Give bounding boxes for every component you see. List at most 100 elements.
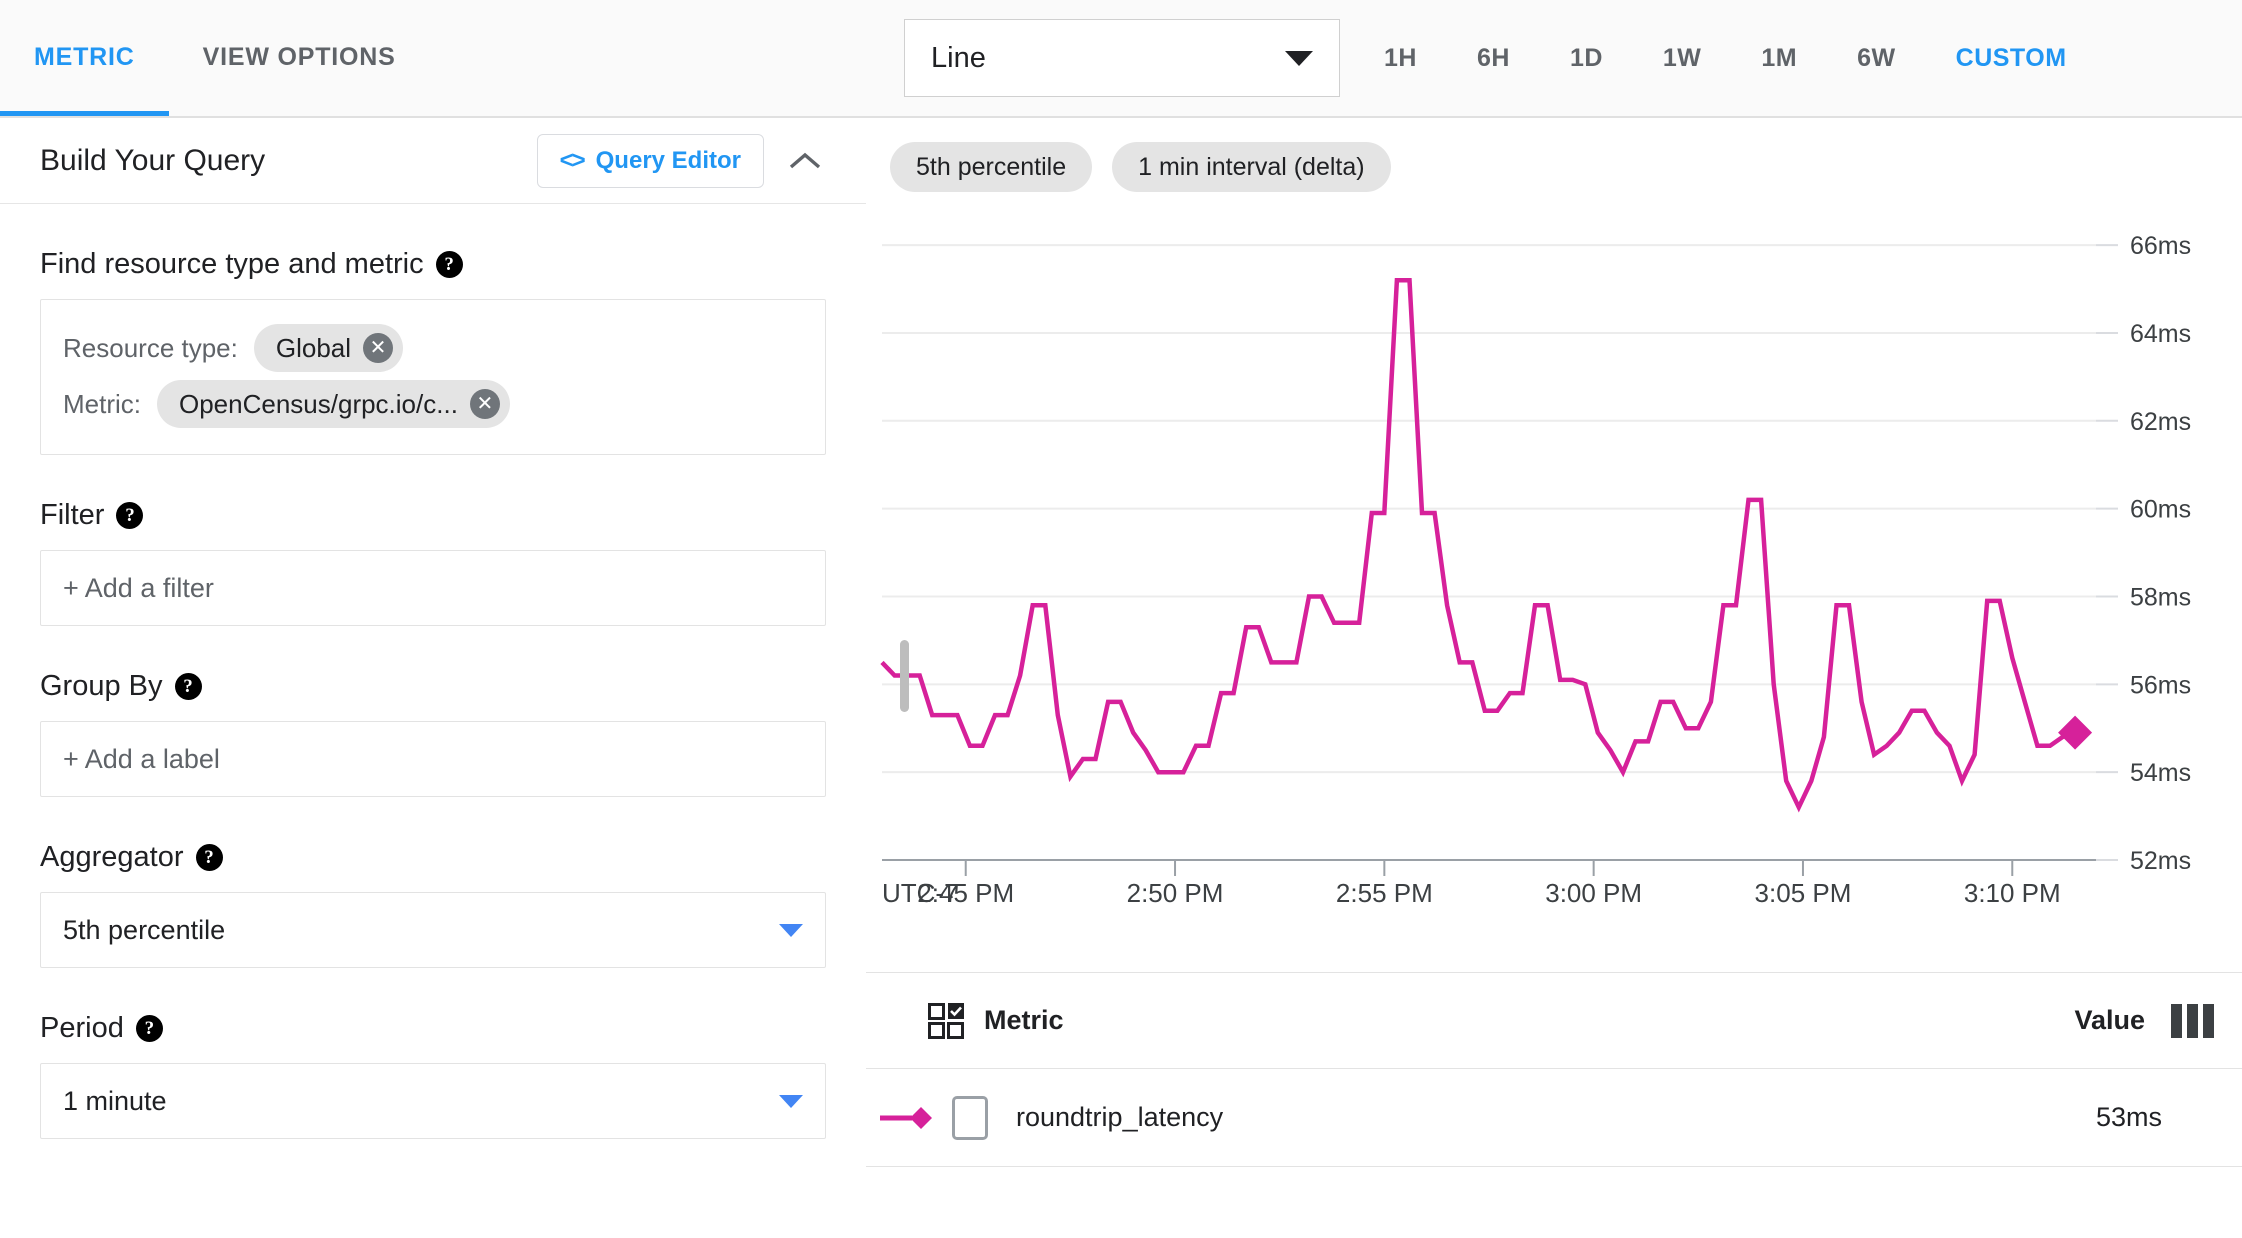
chevron-down-icon [1285,50,1313,66]
chart-timezone-label: UTC-7 [882,878,959,908]
range-button-1w[interactable]: 1W [1633,44,1732,73]
svg-text:64ms: 64ms [2130,320,2191,348]
query-summary-chips: 5th percentile 1 min interval (delta) [866,118,2242,192]
help-circle-icon[interactable]: ? [435,251,463,278]
filter-label: Filter [40,499,105,531]
close-x-icon[interactable]: ✕ [363,333,394,363]
columns-icon[interactable] [2171,1003,2214,1038]
legend-series-value: 53ms [2095,1102,2162,1132]
line-chart[interactable]: 52ms 54ms 56ms 58ms 60ms 62ms 64ms 66ms 2:45 PM… [866,196,2242,966]
help-circle-icon[interactable]: ? [135,1015,163,1042]
chart-toolbar: Line 1H 6H 1D 1W 1M 6W CUSTOM [866,0,2242,118]
range-button-6w[interactable]: 6W [1827,44,1926,73]
legend-column-value: Value [2074,1005,2145,1035]
resource-type-row: Resource type: Global ✕ [63,320,803,376]
help-circle-icon[interactable]: ? [174,673,202,700]
period-label: Period [40,1012,124,1044]
time-range-buttons: 1H 6H 1D 1W 1M 6W CUSTOM [1354,44,2083,73]
group-by-input[interactable]: + Add a label [40,721,826,797]
left-panel-scrollbar[interactable] [900,640,909,712]
resource-type-chip[interactable]: Global ✕ [253,324,404,372]
chevron-down-icon [779,923,803,937]
svg-text:2:55 PM: 2:55 PM [1336,878,1433,908]
tab-view-options[interactable]: VIEW OPTIONS [169,0,430,116]
tab-view-options-label: VIEW OPTIONS [202,42,396,71]
svg-text:3:00 PM: 3:00 PM [1545,878,1642,908]
query-builder-body: Find resource type and metric ? Resource… [0,248,866,1139]
group-by-label: Group By [40,670,163,702]
tab-metric[interactable]: METRIC [0,0,169,116]
svg-text:56ms: 56ms [2130,671,2191,699]
chart-type-value: Line [931,41,986,74]
chart-canvas[interactable]: 52ms54ms56ms58ms60ms62ms64ms66ms 2:45 PM… [866,196,2242,966]
aggregator-value: 5th percentile [63,914,226,945]
page-title: Build Your Query [40,143,266,177]
filter-input[interactable]: + Add a filter [40,550,826,626]
query-editor-button[interactable]: <> Query Editor [536,133,764,188]
build-query-header: Build Your Query <> Query Editor [0,118,866,204]
left-panel-tabbar: METRIC VIEW OPTIONS [0,0,866,118]
filter-placeholder: + Add a filter [63,572,214,603]
help-circle-icon[interactable]: ? [195,844,223,871]
metrics-explorer-app: METRIC VIEW OPTIONS Build Your Query <> … [0,0,2242,1238]
series-roundtrip-latency-line [880,278,2076,813]
svg-text:52ms: 52ms [2130,847,2191,875]
grid-checkbox-icon[interactable] [928,1002,964,1039]
metric-row: Metric: OpenCensus/grpc.io/c... ✕ [63,376,803,432]
legend-series-name: roundtrip_latency [1016,1102,1224,1132]
find-resource-label-row: Find resource type and metric ? [40,248,826,281]
aggregator-label: Aggregator [40,841,184,873]
find-resource-label: Find resource type and metric [40,248,424,280]
svg-text:54ms: 54ms [2130,759,2191,787]
svg-text:62ms: 62ms [2130,408,2191,436]
legend-header-left: Metric [928,1002,2074,1039]
line-diamond-marker-icon [866,1104,952,1132]
help-circle-icon[interactable]: ? [116,502,144,529]
period-value: 1 minute [63,1085,167,1116]
period-select[interactable]: 1 minute [40,1063,826,1139]
chart-type-select[interactable]: Line [904,19,1340,97]
chip-interval[interactable]: 1 min interval (delta) [1112,142,1391,192]
chart-x-axis-ticks [964,860,2014,876]
legend-header-row: Metric Value [866,973,2242,1069]
legend-column-metric: Metric [984,1005,1064,1035]
resource-type-label: Resource type: [63,332,238,363]
range-button-custom[interactable]: CUSTOM [1926,44,2083,73]
chart-x-axis-labels: 2:45 PM 2:50 PM 2:55 PM 3:00 PM 3:05 PM 3:10 … [917,878,2060,908]
resource-metric-box: Resource type: Global ✕ Metric: OpenCens… [40,299,826,455]
legend-row[interactable]: roundtrip_latency 53ms [866,1069,2242,1167]
tab-metric-label: METRIC [34,42,135,71]
range-button-1m[interactable]: 1M [1731,44,1827,73]
aggregator-select[interactable]: 5th percentile [40,892,826,968]
period-label-row: Period ? [40,1012,826,1045]
chart-panel: Line 1H 6H 1D 1W 1M 6W CUSTOM 5th percen… [866,0,2242,1238]
collapse-section-button[interactable] [774,130,836,192]
chevron-up-icon [789,152,821,168]
aggregator-label-row: Aggregator ? [40,841,826,874]
range-button-1h[interactable]: 1H [1354,44,1447,73]
chip-aggregator[interactable]: 5th percentile [890,142,1093,192]
range-button-6h[interactable]: 6H [1447,44,1540,73]
svg-text:60ms: 60ms [2130,496,2191,524]
code-angle-brackets-icon: <> [559,146,586,174]
range-button-1d[interactable]: 1D [1540,44,1633,73]
close-x-icon[interactable]: ✕ [469,389,500,419]
svg-text:58ms: 58ms [2130,583,2191,611]
metric-chip[interactable]: OpenCensus/grpc.io/c... ✕ [157,380,510,428]
legend-table: Metric Value roundtrip_latency 53ms [866,972,2242,1167]
svg-text:3:05 PM: 3:05 PM [1755,878,1852,908]
chevron-down-icon [779,1094,803,1108]
group-by-placeholder: + Add a label [63,743,220,774]
group-by-label-row: Group By ? [40,670,826,703]
svg-text:66ms: 66ms [2130,232,2191,260]
metric-value: OpenCensus/grpc.io/c... [179,388,458,419]
checkbox-unchecked-icon[interactable] [952,1095,988,1140]
svg-text:3:10 PM: 3:10 PM [1964,878,2061,908]
resource-type-value: Global [275,332,352,363]
metric-label: Metric: [63,388,141,419]
query-editor-label: Query Editor [595,146,741,174]
series-end-diamond-marker [2058,715,2093,750]
query-builder-panel: METRIC VIEW OPTIONS Build Your Query <> … [0,0,866,1238]
chart-y-axis-labels: 52ms 54ms 56ms 58ms 60ms 62ms 64ms 66ms [2130,232,2191,875]
filter-label-row: Filter ? [40,499,826,532]
